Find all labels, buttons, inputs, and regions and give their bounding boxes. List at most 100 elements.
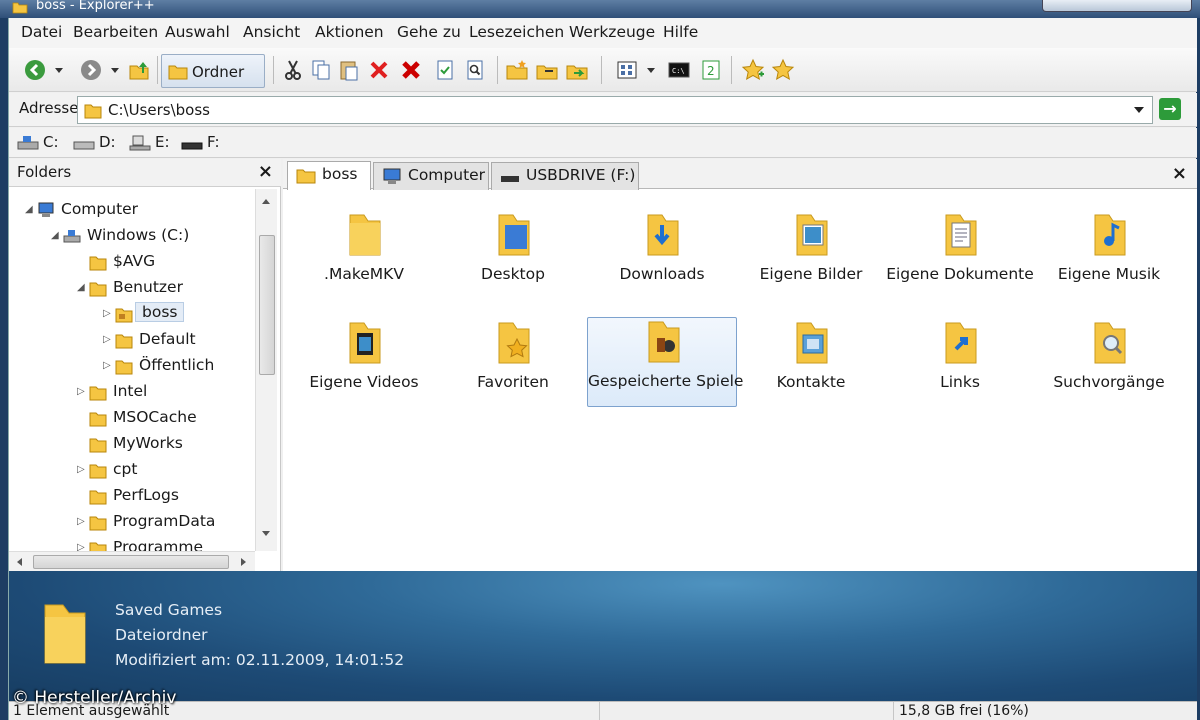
menu-ansicht[interactable]: Ansicht [243, 23, 300, 41]
drive-d-button[interactable]: D: [73, 132, 123, 154]
toolbar-separator [273, 56, 274, 84]
move-to-folder-icon[interactable] [565, 58, 589, 82]
expanded-arrow-icon[interactable]: ◢ [77, 282, 85, 293]
address-value: C:\Users\boss [108, 101, 210, 119]
command-prompt-icon[interactable]: C:\ [667, 58, 691, 82]
tree-horizontal-scrollbar[interactable] [9, 551, 255, 571]
folder-item-eigene-dokumente[interactable]: Eigene Dokumente [885, 211, 1035, 301]
window-controls[interactable] [1042, 0, 1192, 12]
views-dropdown-icon[interactable] [645, 58, 657, 82]
menu-lesezeichen[interactable]: Lesezeichen [469, 23, 564, 41]
status-divider [893, 702, 894, 720]
details-name: Saved Games [115, 601, 223, 619]
drive-c-button[interactable]: C: [17, 132, 67, 154]
menu-werkzeuge[interactable]: Werkzeuge [569, 23, 655, 41]
folders-toggle-button[interactable]: Ordner [161, 54, 265, 88]
folder-item-eigene-musik[interactable]: Eigene Musik [1034, 211, 1184, 301]
folder-icon [12, 2, 28, 14]
scroll-thumb[interactable] [33, 555, 229, 569]
usb-drive-icon [181, 142, 203, 150]
go-button[interactable]: → [1159, 98, 1181, 120]
tab-computer[interactable]: Computer [373, 162, 489, 190]
collapsed-arrow-icon[interactable]: ▷ [77, 386, 85, 397]
back-icon[interactable] [23, 58, 47, 82]
folder-item-kontakte[interactable]: Kontakte [736, 319, 886, 409]
new-folder-icon[interactable] [505, 58, 529, 82]
tab-bar: boss Computer USBDRIVE (F:) × [283, 159, 1197, 190]
title-bar: boss - Explorer++ [0, 0, 1200, 18]
back-dropdown-icon[interactable] [53, 58, 65, 82]
refresh-icon[interactable]: 2 [699, 58, 723, 82]
tree-item-label: Benutzer [113, 278, 183, 296]
collapsed-arrow-icon[interactable]: ▷ [77, 516, 85, 527]
collapsed-arrow-icon[interactable]: ▷ [77, 464, 85, 475]
address-label: Adresse [19, 99, 79, 117]
drive-bar: C: D: E: F: [9, 128, 1197, 158]
search-icon[interactable] [463, 58, 487, 82]
tree-item-label: Default [139, 330, 196, 348]
folder-item-eigene-videos[interactable]: Eigene Videos [289, 319, 439, 409]
tab-usbdrive[interactable]: USBDRIVE (F:) [491, 162, 639, 190]
menu-gehe-zu[interactable]: Gehe zu [397, 23, 461, 41]
paste-icon[interactable] [337, 58, 361, 82]
system-drive-icon [17, 136, 39, 150]
copy-to-folder-icon[interactable] [535, 58, 559, 82]
folder-item-label: Desktop [481, 265, 545, 283]
folder-item-desktop[interactable]: Desktop [438, 211, 588, 301]
folder-icon [84, 104, 102, 119]
menu-auswahl[interactable]: Auswahl [165, 23, 230, 41]
menu-bearbeiten[interactable]: Bearbeiten [73, 23, 158, 41]
menu-hilfe[interactable]: Hilfe [663, 23, 698, 41]
address-dropdown-icon[interactable] [1134, 107, 1144, 113]
folder-item-favoriten[interactable]: Favoriten [438, 319, 588, 409]
details-pane: Saved Games Dateiordner Modifiziert am: … [9, 571, 1197, 701]
folder-item-suchvorgaenge[interactable]: Suchvorgänge [1034, 319, 1184, 409]
forward-dropdown-icon[interactable] [109, 58, 121, 82]
tab-label: Computer [408, 166, 486, 184]
expanded-arrow-icon[interactable]: ◢ [51, 230, 59, 241]
scroll-left-icon[interactable] [17, 558, 22, 566]
scroll-thumb[interactable] [259, 235, 275, 375]
tree-item-label: Programme [113, 538, 204, 551]
bookmarks-icon[interactable] [771, 58, 795, 82]
close-tab-icon[interactable]: × [1172, 163, 1187, 184]
copy-icon[interactable] [309, 58, 333, 82]
forward-icon[interactable] [79, 58, 103, 82]
folder-item-label: Links [940, 373, 980, 391]
scroll-right-icon[interactable] [241, 558, 246, 566]
views-icon[interactable] [615, 58, 639, 82]
address-input[interactable]: C:\Users\boss [77, 96, 1153, 124]
scroll-up-icon[interactable] [262, 199, 270, 204]
up-folder-icon[interactable] [127, 58, 151, 82]
menu-aktionen[interactable]: Aktionen [315, 23, 384, 41]
folder-icon [44, 604, 86, 664]
collapsed-arrow-icon[interactable]: ▷ [103, 334, 111, 345]
collapsed-arrow-icon[interactable]: ▷ [77, 542, 85, 551]
expanded-arrow-icon[interactable]: ◢ [25, 204, 33, 215]
user-folder-icon [115, 308, 133, 323]
folder-item-downloads[interactable]: Downloads [587, 211, 737, 301]
copyright-watermark: © Hersteller/Archiv [12, 688, 177, 708]
folder-item-makemkv[interactable]: .MakeMKV [289, 211, 439, 301]
tree-vertical-scrollbar[interactable] [255, 189, 277, 551]
cut-icon[interactable] [281, 58, 305, 82]
delete-icon[interactable] [367, 58, 391, 82]
tab-boss[interactable]: boss [287, 161, 371, 190]
drive-f-button[interactable]: F: [181, 132, 231, 154]
scroll-down-icon[interactable] [262, 531, 270, 536]
properties-icon[interactable] [433, 58, 457, 82]
network-drive-icon [129, 135, 151, 151]
saved-games-folder-icon [648, 321, 680, 363]
delete-permanent-icon[interactable] [399, 58, 423, 82]
collapsed-arrow-icon[interactable]: ▷ [103, 308, 111, 319]
collapsed-arrow-icon[interactable]: ▷ [103, 360, 111, 371]
tab-label: boss [322, 165, 358, 183]
drive-e-button[interactable]: E: [129, 132, 179, 154]
folder-item-eigene-bilder[interactable]: Eigene Bilder [736, 211, 886, 301]
folder-item-gespeicherte-spiele[interactable]: Gespeicherte Spiele [587, 317, 744, 407]
add-bookmark-icon[interactable] [741, 58, 765, 82]
folder-item-links[interactable]: Links [885, 319, 1035, 409]
close-icon[interactable]: × [258, 161, 273, 182]
menu-datei[interactable]: Datei [21, 23, 62, 41]
folder-item-label: Gespeicherte Spiele [588, 372, 744, 390]
